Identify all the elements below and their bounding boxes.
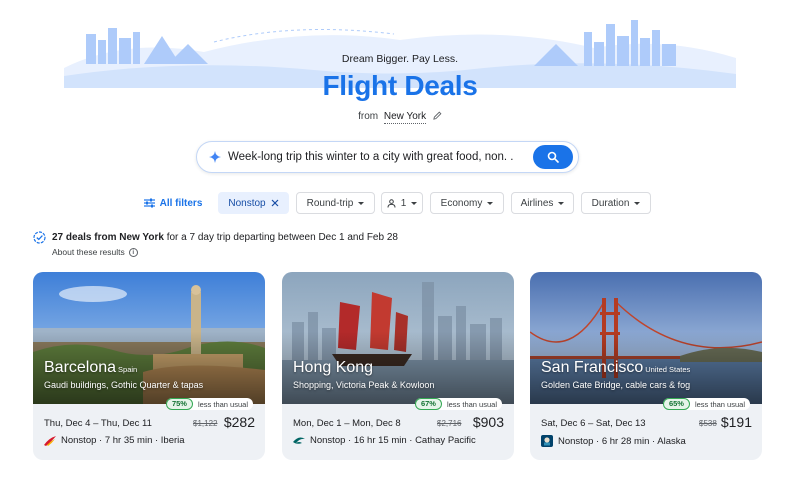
trip-dates: Sat, Dec 6 – Sat, Dec 13: [541, 418, 646, 429]
deal-count: 27 deals from New York: [52, 232, 164, 243]
savings-label: less than usual: [197, 399, 248, 409]
trip-type-label: Round-trip: [306, 197, 354, 209]
tagline: Dream Bigger. Pay Less.: [341, 53, 459, 65]
deal-card-san-francisco[interactable]: San Francisco United States Golden Gate B…: [530, 272, 762, 460]
original-price: $538: [699, 419, 717, 428]
search-input[interactable]: Week-long trip this winter to a city wit…: [228, 151, 518, 163]
flight-summary: Nonstop · 7 hr 35 min · Iberia: [44, 435, 185, 446]
flight-details: Nonstop · 7 hr 35 min · Iberia: [61, 435, 185, 446]
passengers-dropdown[interactable]: 1: [381, 192, 423, 214]
duration-label: Duration: [591, 197, 630, 209]
savings-percent: 75%: [165, 398, 193, 410]
savings-badge: 65% less than usual: [662, 398, 750, 410]
trip-type-dropdown[interactable]: Round-trip: [296, 192, 375, 214]
flight-details: Nonstop · 6 hr 28 min · Alaska: [558, 435, 686, 447]
deal-price: $903: [472, 414, 504, 430]
nonstop-chip[interactable]: Nonstop: [218, 192, 289, 214]
savings-percent: 67%: [414, 398, 442, 410]
duration-dropdown[interactable]: Duration: [581, 192, 651, 214]
airlines-label: Airlines: [520, 197, 554, 209]
original-price: $1,122: [193, 419, 218, 428]
destination-description: Shopping, Victoria Peak & Kowloon: [293, 380, 435, 390]
chevron-down-icon: [634, 201, 641, 205]
person-icon: [387, 198, 396, 208]
destination-description: Gaudi buildings, Gothic Quarter & tapas: [44, 380, 204, 390]
nonstop-label: Nonstop: [228, 197, 266, 209]
page-title: Flight Deals: [322, 70, 478, 101]
about-results-link[interactable]: About these results i: [52, 247, 138, 257]
search-bar[interactable]: Week-long trip this winter to a city wit…: [196, 141, 579, 173]
savings-label: less than usual: [446, 399, 497, 409]
chevron-down-icon: [558, 201, 565, 205]
flight-summary: Nonstop · 6 hr 28 min · Alaska: [541, 435, 686, 447]
airlines-dropdown[interactable]: Airlines: [511, 192, 574, 214]
results-summary: 27 deals from New York for a 7 day trip …: [33, 231, 398, 244]
flight-summary: Nonstop · 16 hr 15 min · Cathay Pacific: [293, 435, 476, 446]
destination-name: Hong Kong: [293, 359, 374, 376]
all-filters-button[interactable]: All filters: [140, 192, 206, 214]
deal-card-hong-kong[interactable]: Hong Kong Shopping, Victoria Peak & Kowl…: [282, 272, 514, 460]
search-button[interactable]: [533, 145, 573, 169]
savings-badge: 75% less than usual: [165, 398, 253, 410]
passengers-count: 1: [400, 197, 407, 209]
chevron-down-icon: [487, 201, 494, 205]
edit-pencil-icon[interactable]: [433, 111, 442, 120]
chevron-down-icon: [411, 201, 418, 205]
trip-dates: Thu, Dec 4 – Thu, Dec 11: [44, 418, 152, 429]
origin-city[interactable]: New York: [383, 111, 427, 124]
sparkle-icon: [209, 151, 221, 163]
results-detail: for a 7 day trip departing between Dec 1…: [166, 232, 398, 243]
savings-badge: 67% less than usual: [414, 398, 502, 410]
savings-percent: 65%: [662, 398, 690, 410]
original-price: $2,716: [437, 419, 462, 428]
close-icon[interactable]: [271, 199, 279, 207]
cabin-class-dropdown[interactable]: Economy: [430, 192, 504, 214]
search-icon: [547, 151, 559, 163]
all-filters-label: All filters: [159, 197, 203, 209]
cabin-label: Economy: [440, 197, 483, 209]
deal-price: $191: [720, 414, 752, 430]
about-label: About these results: [52, 247, 125, 257]
alaska-logo-icon: [541, 435, 553, 447]
destination-name: Barcelona Spain: [44, 359, 138, 376]
from-label: from: [358, 111, 379, 122]
country-name: Spain: [118, 365, 138, 374]
filter-bar: All filters Nonstop Round-trip 1 Economy…: [0, 192, 800, 214]
destination-description: Golden Gate Bridge, cable cars & fog: [541, 380, 691, 390]
deal-price: $282: [223, 414, 255, 430]
destination-name: San Francisco United States: [541, 359, 691, 376]
savings-label: less than usual: [694, 399, 745, 409]
origin-selector[interactable]: from New York: [0, 111, 800, 124]
iberia-logo-icon: [44, 435, 56, 446]
verified-check-icon: [33, 231, 46, 244]
deal-card-barcelona[interactable]: Barcelona Spain Gaudi buildings, Gothic Q…: [33, 272, 265, 460]
hero-banner: Dream Bigger. Pay Less. Flight Deals fro…: [0, 0, 800, 132]
chevron-down-icon: [358, 201, 365, 205]
flight-details: Nonstop · 16 hr 15 min · Cathay Pacific: [310, 435, 476, 446]
info-icon[interactable]: i: [128, 247, 138, 257]
cathay-pacific-logo-icon: [293, 437, 305, 444]
tune-icon: [143, 198, 155, 208]
trip-dates: Mon, Dec 1 – Mon, Dec 8: [293, 418, 401, 429]
country-name: United States: [645, 365, 691, 374]
